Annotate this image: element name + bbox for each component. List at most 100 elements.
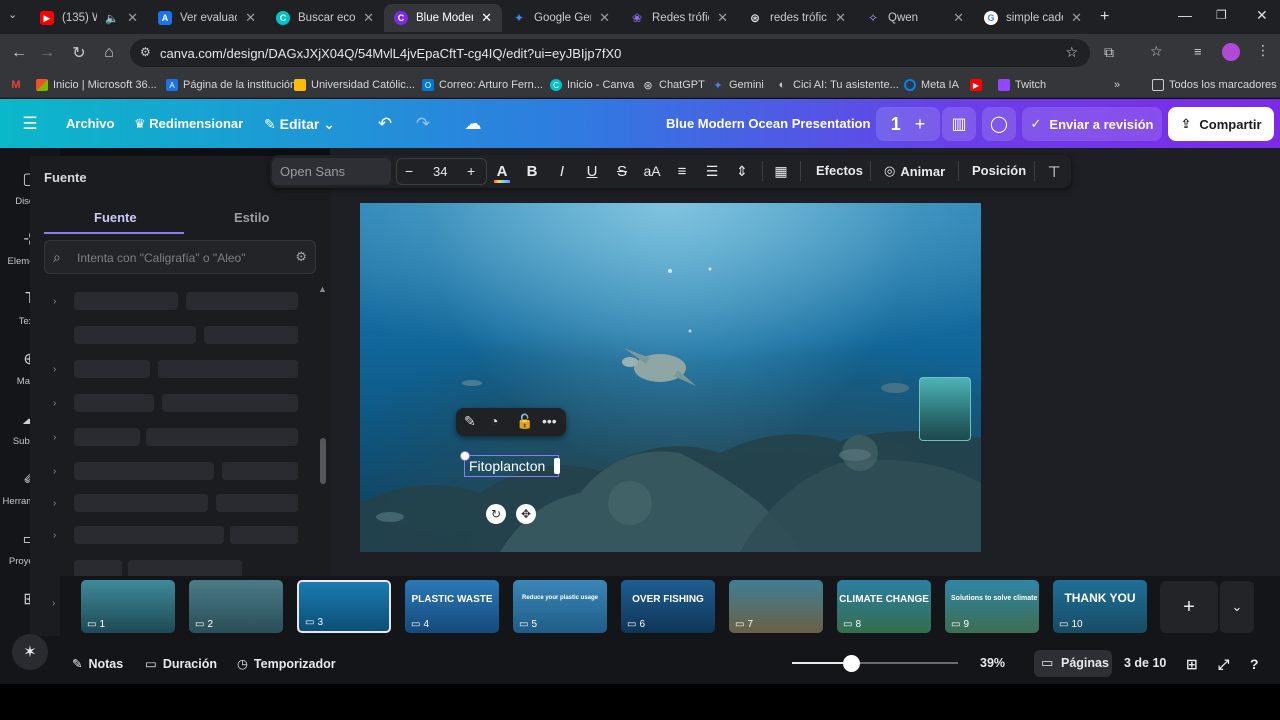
- speaker-icon[interactable]: 🔈: [105, 12, 119, 25]
- home-icon[interactable]: ⌂: [100, 44, 118, 62]
- document-title[interactable]: Blue Modern Ocean Presentation: [666, 116, 870, 131]
- font-family-select[interactable]: Open Sans: [272, 158, 391, 185]
- slide-canvas[interactable]: [360, 203, 981, 552]
- page-thumbnail[interactable]: CLIMATE CHANGE ▭ 8: [837, 580, 931, 633]
- browser-tab[interactable]: ❀ Redes trófica ✕: [620, 4, 738, 32]
- cloud-saved-icon[interactable]: ☁: [460, 113, 486, 135]
- send-review-button[interactable]: ✓ Enviar a revisión: [1022, 107, 1162, 141]
- effects-button[interactable]: Efectos: [816, 163, 863, 178]
- resize-button[interactable]: ♛ Redimensionar: [134, 116, 243, 132]
- timer-button[interactable]: ◷ Temporizador: [237, 656, 336, 672]
- font-search-input[interactable]: ⌕ Intenta con "Caligrafía" o "Aleo" ⚙: [44, 240, 316, 274]
- browser-tab-active[interactable]: C Blue Modern ✕: [384, 4, 502, 32]
- site-info-icon[interactable]: ⚙: [140, 45, 151, 59]
- scroll-up-icon[interactable]: ▲: [318, 284, 327, 294]
- increase-size-icon[interactable]: +: [467, 163, 475, 179]
- page-thumbnail[interactable]: ▭ 1: [81, 580, 175, 633]
- tab-style[interactable]: Estilo: [234, 210, 269, 225]
- browser-tab[interactable]: G simple caden ✕: [974, 4, 1092, 32]
- close-icon[interactable]: ✕: [953, 10, 964, 26]
- page-thumbnail[interactable]: ▭ 2: [189, 580, 283, 633]
- chevron-right-icon[interactable]: ›: [52, 598, 55, 609]
- chevron-down-icon[interactable]: ⌄: [1220, 581, 1254, 633]
- extensions-icon[interactable]: ⧉: [1104, 44, 1114, 61]
- window-close-icon[interactable]: ✕: [1256, 7, 1268, 24]
- comments-icon[interactable]: ◯: [982, 107, 1016, 141]
- position-button[interactable]: Posición: [972, 163, 1026, 178]
- bookmark-item[interactable]: ✦ Gemini: [712, 77, 763, 93]
- bookmark-star-icon[interactable]: ☆: [1065, 44, 1078, 61]
- tab-search-icon[interactable]: ⌄: [8, 8, 24, 24]
- magic-sparkle-icon[interactable]: ✶: [12, 634, 48, 670]
- browser-tab[interactable]: ✦ Google Gemi ✕: [502, 4, 620, 32]
- analytics-icon[interactable]: ▥: [942, 107, 976, 141]
- chevron-right-icon[interactable]: ›: [53, 398, 56, 409]
- page-thumbnail[interactable]: Reduce your plastic usage ▭ 5: [513, 580, 607, 633]
- page-thumbnail[interactable]: PLASTIC WASTE ▭ 4: [405, 580, 499, 633]
- animate-button[interactable]: ◎ Animar: [884, 163, 945, 179]
- browser-tab[interactable]: ▶ (135) WC 🔈 ✕: [30, 4, 148, 32]
- comment-add-icon[interactable]: ◔: [490, 413, 498, 429]
- minimize-icon[interactable]: —: [1178, 7, 1192, 23]
- chevron-right-icon[interactable]: ›: [53, 364, 56, 375]
- browser-tab[interactable]: ⊛ redes trófica ✕: [738, 4, 856, 32]
- grid-view-icon[interactable]: ⊞: [1186, 656, 1198, 673]
- menu-icon[interactable]: ⋮: [1256, 42, 1270, 59]
- media-icon[interactable]: ≡: [1194, 44, 1202, 59]
- move-icon[interactable]: ✥: [516, 504, 536, 524]
- close-icon[interactable]: ✕: [717, 10, 728, 26]
- browser-tab[interactable]: A Ver evaluació ✕: [148, 4, 266, 32]
- all-bookmarks[interactable]: Todos los marcadores: [1152, 77, 1277, 93]
- redo-icon[interactable]: ↷: [412, 113, 434, 135]
- page-thumbnail[interactable]: OVER FISHING ▭ 6: [621, 580, 715, 633]
- browser-tab[interactable]: C Buscar ecosis ✕: [266, 4, 384, 32]
- close-icon[interactable]: ✕: [835, 10, 846, 26]
- magic-edit-icon[interactable]: ✎: [464, 413, 476, 430]
- collaborators[interactable]: 1 +: [876, 107, 940, 141]
- close-icon[interactable]: ✕: [127, 10, 138, 26]
- zoom-value[interactable]: 39%: [980, 656, 1005, 670]
- panel-scrollbar[interactable]: [320, 438, 326, 484]
- resize-handle[interactable]: [554, 458, 560, 474]
- chevron-right-icon[interactable]: ›: [53, 466, 56, 477]
- filter-icon[interactable]: ⚙: [295, 249, 307, 265]
- new-tab-icon[interactable]: +: [1100, 8, 1109, 26]
- selected-text[interactable]: Fitoplancton: [469, 458, 545, 474]
- strikethrough-icon[interactable]: S: [614, 163, 630, 180]
- zoom-slider-thumb[interactable]: [843, 655, 860, 672]
- align-center-icon[interactable]: ≡: [672, 163, 692, 180]
- maximize-icon[interactable]: ❐: [1216, 8, 1227, 22]
- bold-icon[interactable]: B: [524, 163, 540, 180]
- bookmark-item[interactable]: O Correo: Arturo Fern...: [422, 77, 543, 93]
- more-bookmarks-icon[interactable]: »: [1114, 77, 1120, 93]
- close-icon[interactable]: ✕: [481, 10, 492, 26]
- bookmark-item[interactable]: Universidad Católic...: [294, 77, 415, 93]
- share-button[interactable]: ⇪ Compartir: [1168, 107, 1274, 141]
- tab-font[interactable]: Fuente: [94, 210, 137, 225]
- font-size-stepper[interactable]: − 34 +: [396, 158, 487, 185]
- reload-icon[interactable]: ↻: [70, 44, 88, 62]
- transparency-icon[interactable]: ▦: [772, 163, 790, 180]
- notes-button[interactable]: ✎ Notas: [72, 656, 123, 672]
- bookmark-item[interactable]: ⊛ ChatGPT: [642, 77, 704, 93]
- chevron-right-icon[interactable]: ›: [53, 432, 56, 443]
- resize-handle[interactable]: [460, 451, 470, 461]
- bookmark-item[interactable]: C Inicio - Canva: [550, 77, 634, 93]
- selected-text-box[interactable]: Fitoplancton: [460, 451, 560, 477]
- browser-tab[interactable]: ✧ Qwen ✕: [856, 4, 974, 32]
- slide-image-thumbnail[interactable]: [919, 377, 971, 441]
- close-icon[interactable]: ✕: [599, 10, 610, 26]
- forward-icon[interactable]: →: [38, 44, 56, 62]
- chevron-right-icon[interactable]: ›: [53, 296, 56, 307]
- underline-icon[interactable]: U: [584, 163, 600, 180]
- close-icon[interactable]: ✕: [363, 10, 374, 26]
- bookmark-item[interactable]: Twitch: [998, 77, 1046, 93]
- case-icon[interactable]: aA: [640, 163, 664, 179]
- rotate-icon[interactable]: ↻: [486, 504, 506, 524]
- back-icon[interactable]: ←: [10, 44, 28, 62]
- bookmark-item[interactable]: Inicio | Microsoft 36...: [36, 77, 157, 93]
- file-menu[interactable]: Archivo: [66, 116, 114, 131]
- text-color-icon[interactable]: A: [494, 163, 510, 183]
- edit-menu[interactable]: ✎ Editar ⌄: [264, 116, 335, 133]
- bookmark-gmail[interactable]: M: [10, 77, 22, 93]
